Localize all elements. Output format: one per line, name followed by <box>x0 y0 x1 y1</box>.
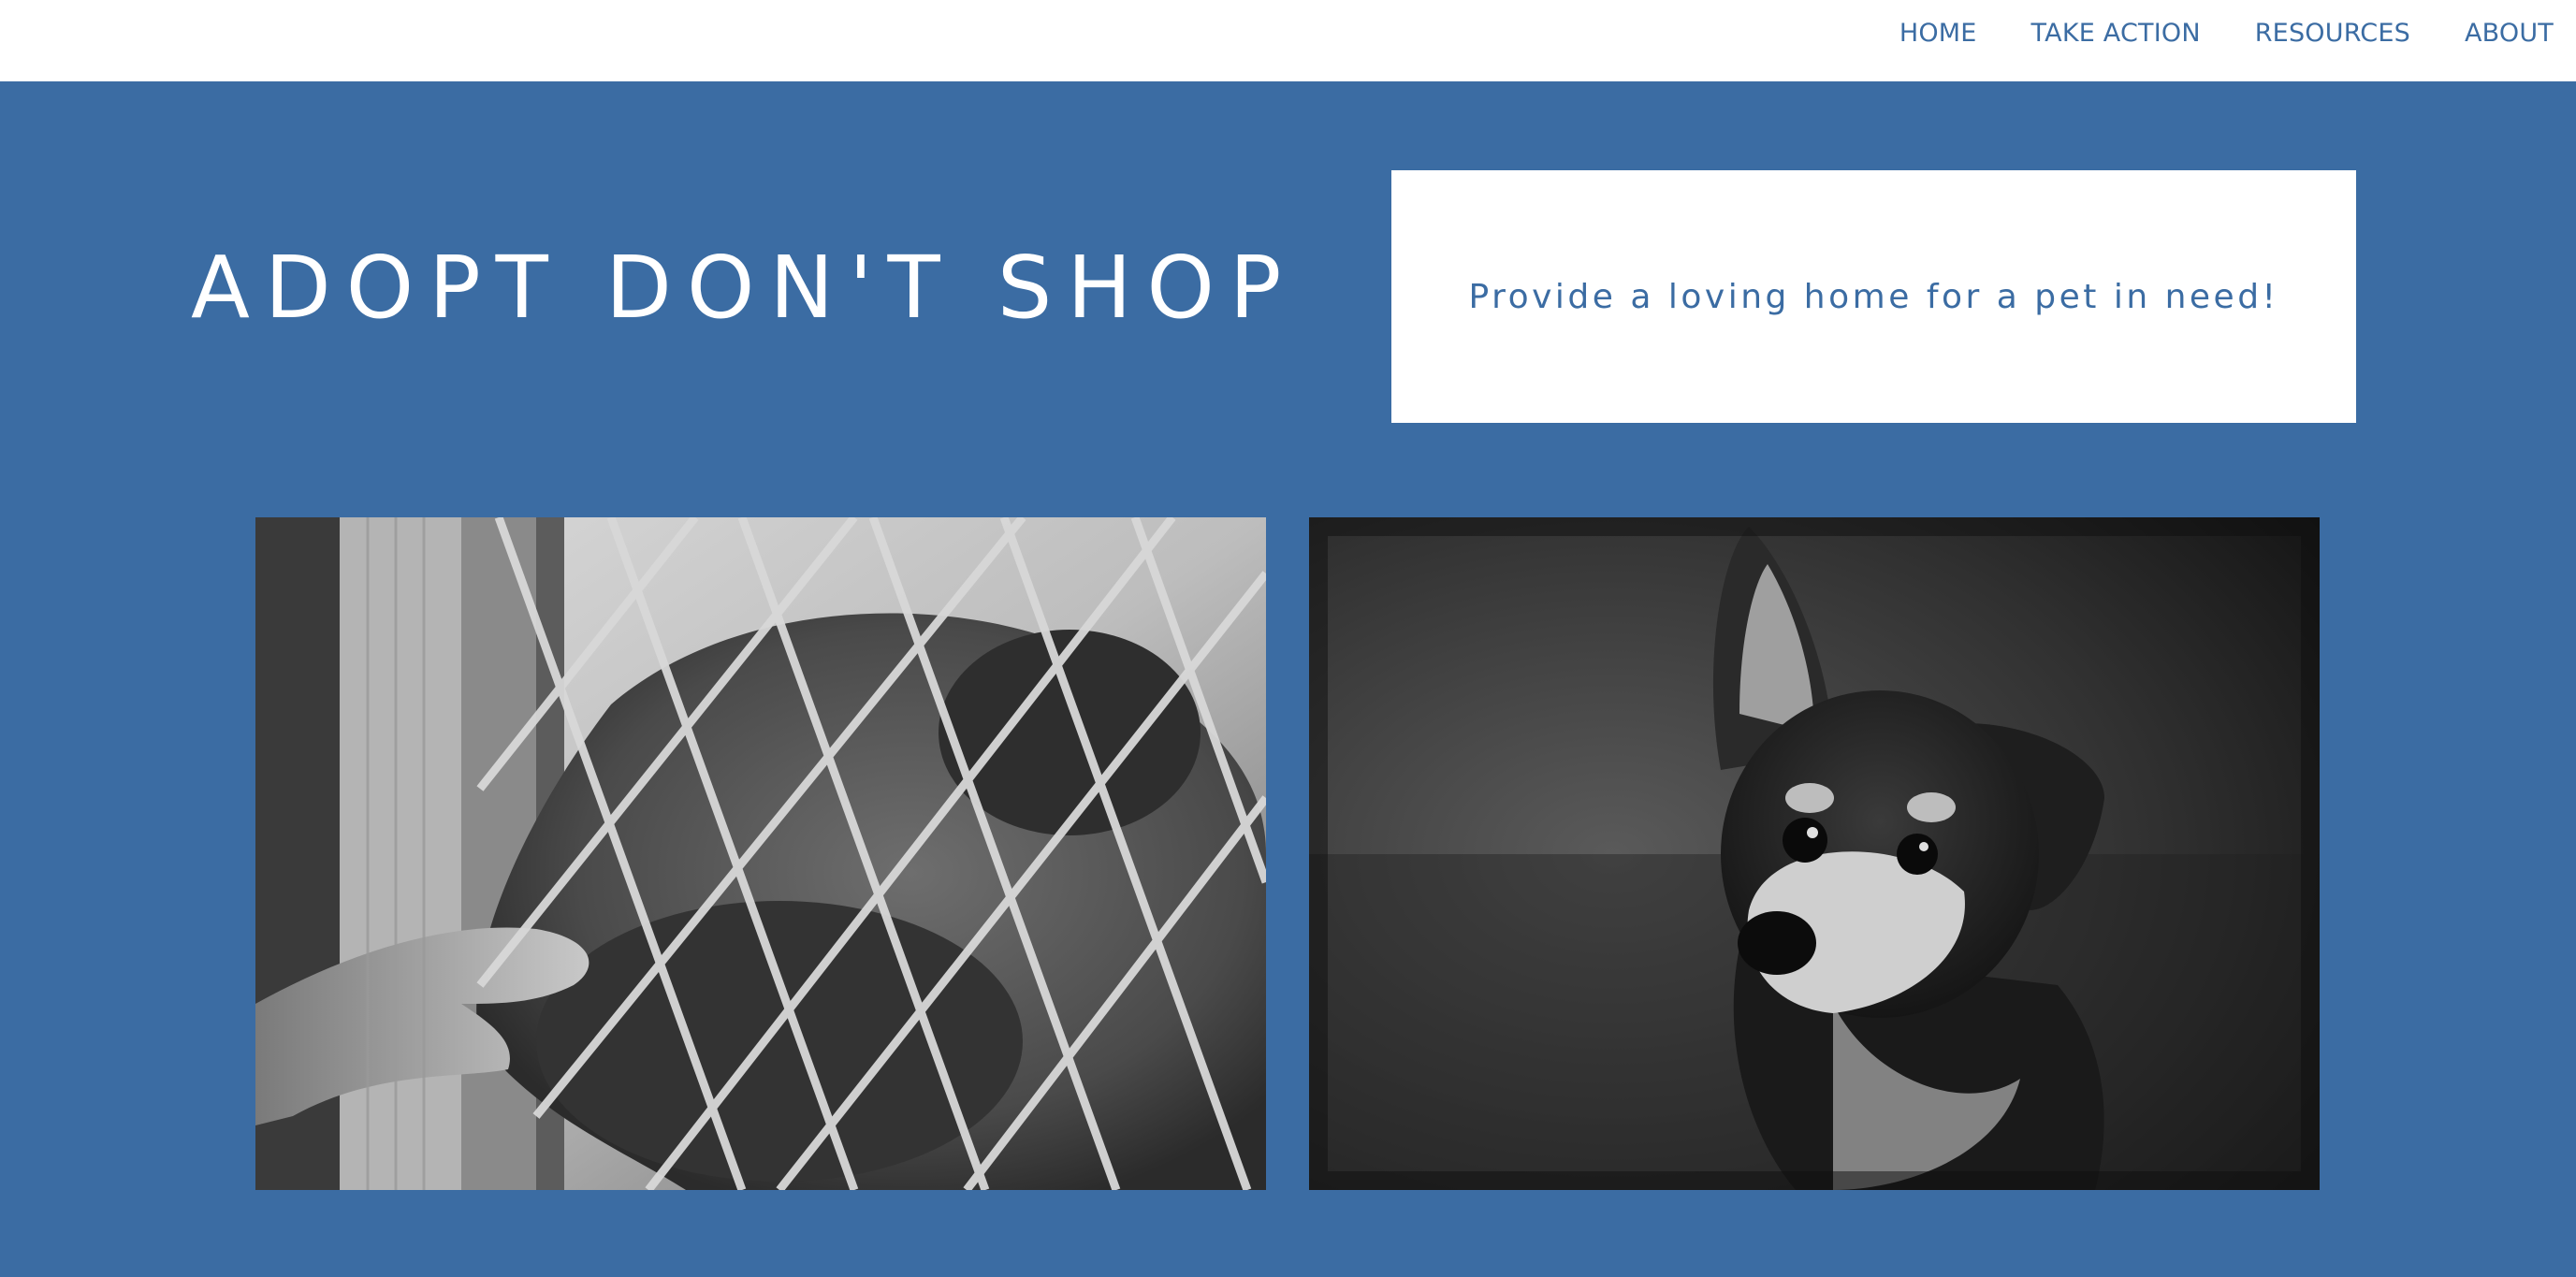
nav-resources-link[interactable]: RESOURCES <box>2255 19 2410 48</box>
main-nav: HOME TAKE ACTION RESOURCES ABOUT <box>1899 0 2554 65</box>
dog-behind-fence-image <box>255 517 1266 1190</box>
tagline-box: Provide a loving home for a pet in need! <box>1391 170 2356 423</box>
small-dog-portrait-photo <box>1309 517 2320 1190</box>
dog-behind-fence-photo <box>255 517 1266 1190</box>
hero-title: ADOPT DON'T SHOP <box>191 238 1297 338</box>
nav-take-action-link[interactable]: TAKE ACTION <box>2031 19 2201 48</box>
top-navigation-bar: HOME TAKE ACTION RESOURCES ABOUT <box>0 0 2576 81</box>
small-dog-portrait-image <box>1309 517 2320 1190</box>
tagline-text: Provide a loving home for a pet in need! <box>1468 277 2279 316</box>
nav-about-link[interactable]: ABOUT <box>2465 19 2554 48</box>
nav-home-link[interactable]: HOME <box>1899 19 1977 48</box>
